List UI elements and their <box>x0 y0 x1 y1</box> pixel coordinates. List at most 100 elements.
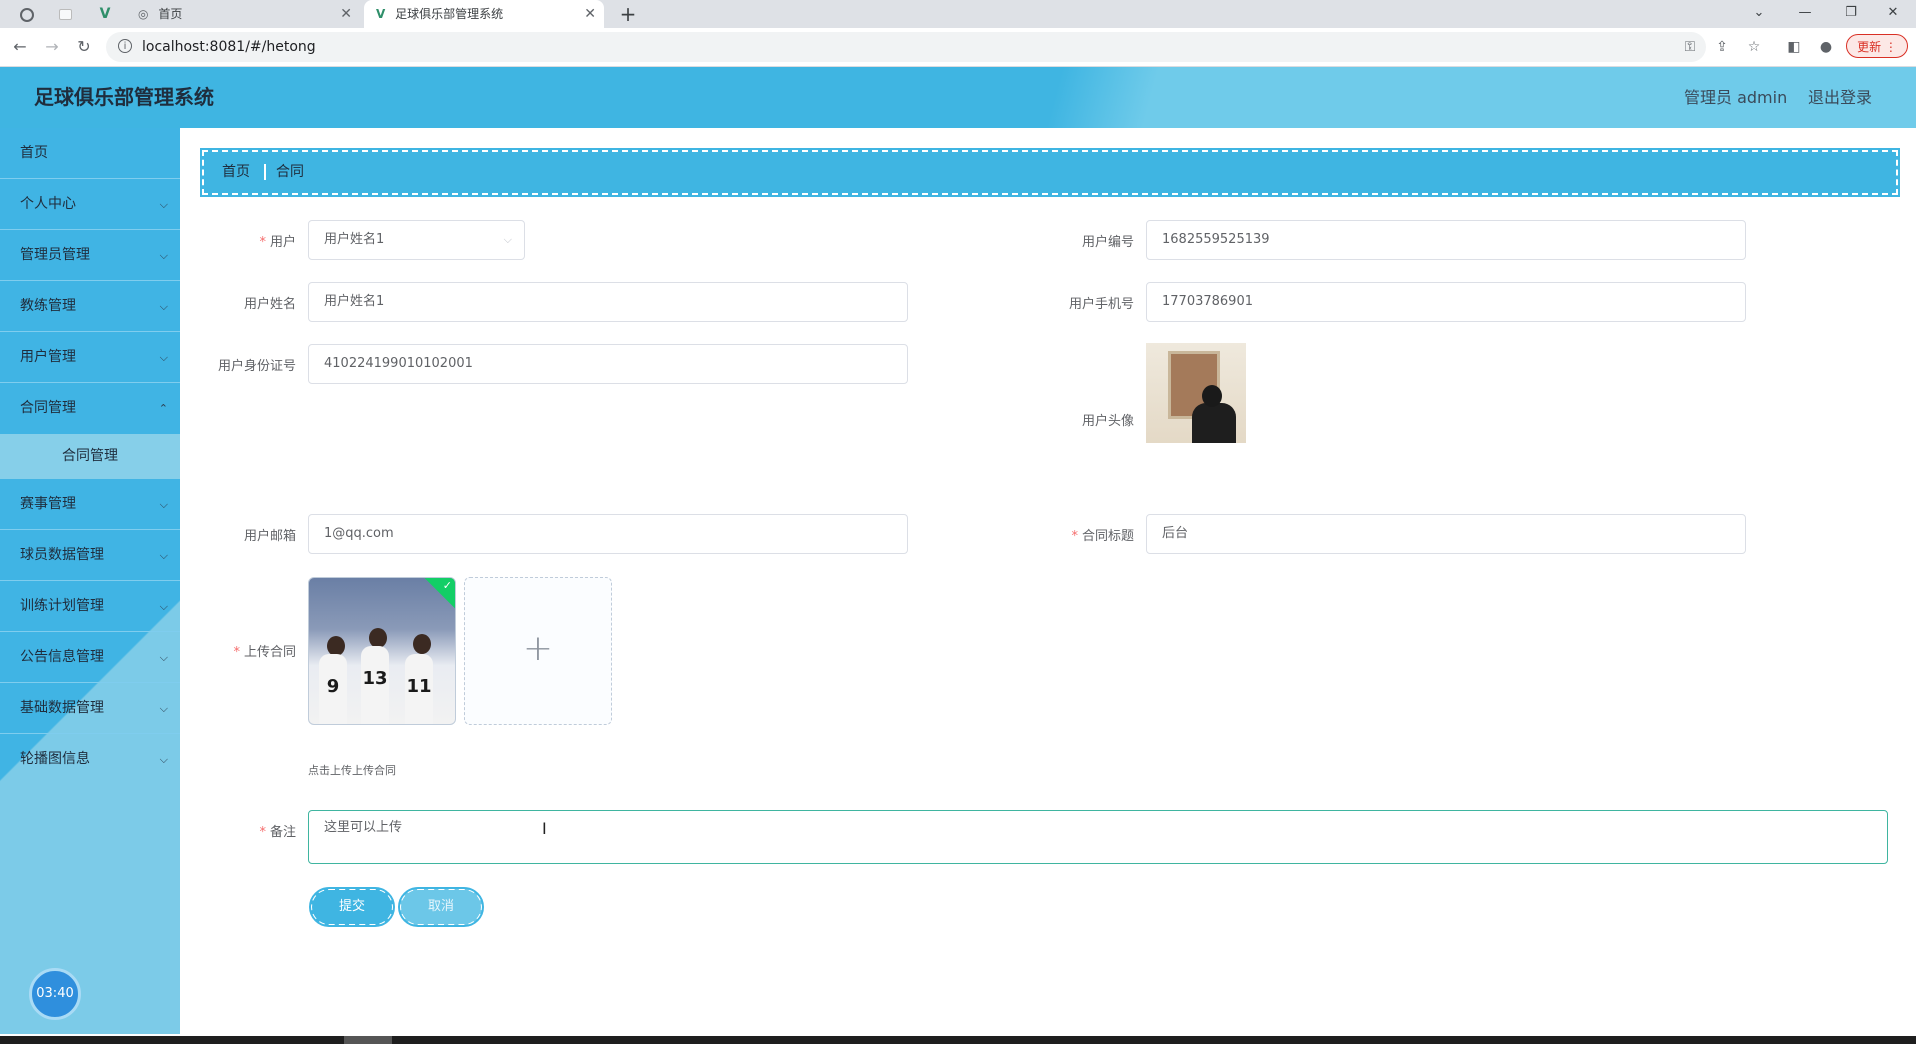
breadcrumb-home[interactable]: 首页 <box>222 152 250 193</box>
person-body-shape <box>1192 403 1236 443</box>
address-bar-row: ← → ↻ i localhost:8081/#/hetong ⚿ ⇪ ☆ ◧ … <box>0 28 1916 67</box>
taskbar-strip <box>0 1036 1916 1044</box>
sidebar-item-match-mgmt[interactable]: 赛事管理 ⌵ <box>0 479 180 530</box>
back-button[interactable]: ← <box>8 36 32 58</box>
sidebar-item-base-data-mgmt[interactable]: 基础数据管理 ⌵ <box>0 683 180 734</box>
cancel-button[interactable]: 取消 <box>398 887 484 927</box>
app-header: 足球俱乐部管理系统 管理员 admin 退出登录 <box>0 67 1916 128</box>
reload-icon: ↻ <box>77 37 91 56</box>
user-avatar-label: 用户头像 <box>1081 414 1134 429</box>
sidebar-item-admin-mgmt[interactable]: 管理员管理 ⌵ <box>0 230 180 281</box>
contract-title-label: * 合同标题 <box>1040 525 1134 544</box>
pinned-tab-vue[interactable]: V <box>90 0 120 28</box>
user-phone-label: 用户手机号 <box>1068 297 1134 312</box>
chevron-down-icon: ⌵ <box>159 198 168 211</box>
chevron-down-icon: ⌵ <box>159 549 168 562</box>
sidebar-item-contract-mgmt[interactable]: 合同管理 ⌃ <box>0 383 180 434</box>
sidebar-item-label: 管理员管理 <box>20 247 90 263</box>
update-button[interactable]: 更新 ⋮ <box>1846 34 1908 58</box>
vue-logo-icon: V <box>99 6 111 22</box>
side-panel-icon[interactable]: ◧ <box>1784 37 1804 57</box>
tab-home[interactable]: ◎ 首页 ✕ <box>128 0 360 28</box>
player-number: 9 <box>326 676 340 697</box>
contract-title-input[interactable]: 后台 <box>1146 514 1746 554</box>
user-no-input[interactable]: 1682559525139 <box>1146 220 1746 260</box>
close-icon[interactable]: ✕ <box>340 0 352 28</box>
user-email-input[interactable]: 1@qq.com <box>308 514 908 554</box>
chevron-down-icon: ⌄ <box>1753 5 1765 20</box>
submit-button[interactable]: 提交 <box>309 887 395 927</box>
pinned-tab-globe[interactable] <box>12 0 42 28</box>
minimize-button[interactable]: — <box>1782 0 1828 28</box>
restore-icon: ❐ <box>1845 5 1857 20</box>
check-icon: ✓ <box>442 579 452 592</box>
site-info-icon[interactable]: i <box>118 39 132 53</box>
sidebar-item-carousel-info[interactable]: 轮播图信息 ⌵ <box>0 734 180 785</box>
globe-icon <box>20 7 34 22</box>
new-tab-button[interactable]: + <box>616 0 640 28</box>
sidebar-item-player-data-mgmt[interactable]: 球员数据管理 ⌵ <box>0 530 180 581</box>
user-id-card-input[interactable]: 410224199010102001 <box>308 344 908 384</box>
player-number: 13 <box>362 668 388 689</box>
user-email-label: 用户邮箱 <box>243 529 296 544</box>
profile-icon[interactable]: ● <box>1816 37 1836 57</box>
restore-button[interactable]: ❐ <box>1828 0 1874 28</box>
forward-button[interactable]: → <box>40 36 64 58</box>
sidebar-item-coach-mgmt[interactable]: 教练管理 ⌵ <box>0 281 180 332</box>
scroll-thumb[interactable] <box>344 1036 392 1044</box>
sidebar-item-label: 首页 <box>20 145 48 161</box>
sidebar-item-label: 轮播图信息 <box>20 751 90 767</box>
reload-button[interactable]: ↻ <box>72 36 96 58</box>
upload-add-button[interactable]: + <box>464 577 612 725</box>
close-icon: ✕ <box>1887 5 1899 20</box>
sidebar-item-label: 球员数据管理 <box>20 547 104 563</box>
chevron-down-icon: ⌵ <box>159 753 168 766</box>
tab-app[interactable]: V 足球俱乐部管理系统 ✕ <box>364 0 604 28</box>
player-shape: 11 <box>405 654 433 724</box>
pinned-tab-blank[interactable] <box>50 0 80 28</box>
required-mark: * <box>233 645 240 660</box>
tab-search-button[interactable]: ⌄ <box>1736 0 1782 28</box>
key-icon[interactable]: ⚿ <box>1680 37 1700 57</box>
window-close-button[interactable]: ✕ <box>1870 0 1916 28</box>
chevron-down-icon: ⌵ <box>159 351 168 364</box>
share-icon[interactable]: ⇪ <box>1712 37 1732 57</box>
player-number: 11 <box>406 676 432 697</box>
timer-badge[interactable]: 03:40 <box>29 968 81 1020</box>
sidebar-item-user-mgmt[interactable]: 用户管理 ⌵ <box>0 332 180 383</box>
user-avatar-image[interactable] <box>1146 343 1246 443</box>
tab-home-label: 首页 <box>158 7 183 21</box>
player-shape: 13 <box>361 646 389 724</box>
sidebar-item-training-plan-mgmt[interactable]: 训练计划管理 ⌵ <box>0 581 180 632</box>
upload-hint: 点击上传上传合同 <box>308 764 396 777</box>
sidebar-item-notice-mgmt[interactable]: 公告信息管理 ⌵ <box>0 632 180 683</box>
sidebar-item-label: 训练计划管理 <box>20 598 104 614</box>
sidebar-item-personal-center[interactable]: 个人中心 ⌵ <box>0 179 180 230</box>
sidebar-subitem-contract-mgmt[interactable]: 合同管理 <box>0 434 180 479</box>
user-select[interactable]: 用户姓名1 ⌵ <box>308 220 525 260</box>
sidebar-item-home[interactable]: 首页 <box>0 128 180 179</box>
player-head-shape <box>413 634 431 654</box>
upload-label: * 上传合同 <box>200 641 296 660</box>
sidebar-item-label: 基础数据管理 <box>20 700 104 716</box>
update-label: 更新 <box>1857 40 1882 54</box>
close-icon[interactable]: ✕ <box>584 0 596 28</box>
required-mark: * <box>259 825 266 840</box>
blank-page-icon <box>58 9 72 20</box>
app-title: 足球俱乐部管理系统 <box>34 85 214 109</box>
chevron-down-icon: ⌵ <box>503 233 512 246</box>
chevron-down-icon: ⌵ <box>159 498 168 511</box>
arrow-left-icon: ← <box>13 37 27 56</box>
remark-label: * 备注 <box>200 821 296 840</box>
user-phone-input[interactable]: 17703786901 <box>1146 282 1746 322</box>
more-icon: ⋮ <box>1884 40 1897 54</box>
url-input[interactable]: i localhost:8081/#/hetong <box>106 32 1706 62</box>
logout-link[interactable]: 退出登录 <box>1808 67 1872 128</box>
user-name-input[interactable]: 用户姓名1 <box>308 282 908 322</box>
star-icon[interactable]: ☆ <box>1744 37 1764 57</box>
player-shape: 9 <box>319 654 347 724</box>
arrow-right-icon: → <box>45 37 59 56</box>
text-cursor-icon: I <box>542 819 547 838</box>
user-name-label: 用户姓名 <box>243 297 296 312</box>
uploaded-contract-thumbnail[interactable]: 9 13 11 ✓ <box>308 577 456 725</box>
